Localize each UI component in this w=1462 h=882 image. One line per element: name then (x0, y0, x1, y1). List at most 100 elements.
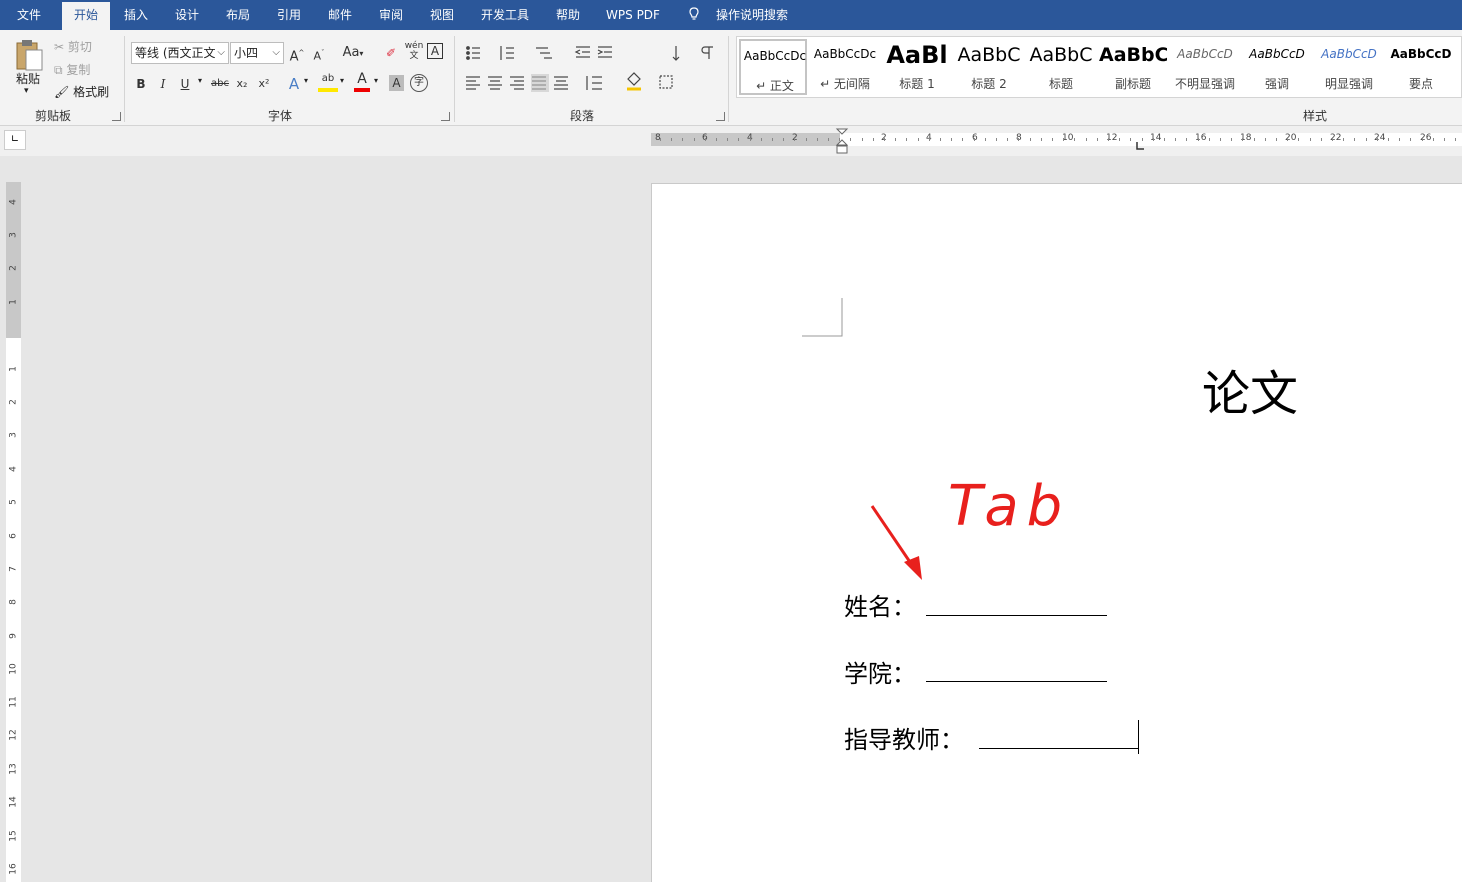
ruler-tick (783, 138, 784, 141)
style-title[interactable]: AaBbC 标题 (1027, 39, 1095, 95)
ruler-tick (1310, 138, 1311, 141)
indent-marker-icon[interactable] (835, 128, 849, 156)
vertical-ruler-tick-label: 15 (8, 830, 19, 842)
vertical-ruler-tick-label: 5 (8, 499, 19, 505)
italic-button[interactable]: I (156, 74, 170, 94)
ruler-tick (817, 138, 818, 141)
ruler-tick (1063, 138, 1064, 141)
font-group-label: 字体 (267, 109, 292, 123)
ruler-tick (1007, 138, 1008, 141)
format-painter-button[interactable]: 🖌 格式刷 (54, 83, 109, 100)
ruler-tick (873, 138, 874, 141)
style-strong[interactable]: AaBbCcD 要点 (1387, 39, 1455, 95)
ruler-tick (1287, 138, 1288, 141)
document-page[interactable]: 论文 Tab 姓名： 学院： 指导教师： (651, 183, 1462, 882)
ruler-tick (1130, 138, 1131, 141)
style-subtle-emphasis[interactable]: AaBbCcD 不明显强调 (1171, 39, 1239, 95)
bold-button[interactable]: B (134, 74, 148, 94)
field-line-name[interactable] (926, 615, 1107, 616)
search-box[interactable]: 操作说明搜索 (712, 0, 792, 30)
vertical-ruler-tick-label: 1 (8, 366, 19, 372)
menu-file[interactable]: 文件 (6, 0, 52, 30)
ruler-tick (1276, 138, 1277, 141)
text-effects-button[interactable]: A (286, 74, 302, 94)
font-size-value: 小四 (234, 46, 259, 60)
style-sample: AaBbCcD (1390, 47, 1452, 61)
ruler-tick (985, 138, 986, 141)
menu-help[interactable]: 帮助 (546, 0, 590, 30)
shrink-font-icon: A (313, 49, 322, 63)
menu-layout[interactable]: 布局 (216, 0, 260, 30)
menu-mailings[interactable]: 邮件 (318, 0, 362, 30)
menu-developer[interactable]: 开发工具 (474, 0, 536, 30)
style-normal[interactable]: AaBbCcDc ↵ 正文 (739, 39, 807, 95)
strikethrough-button[interactable]: abc (209, 74, 231, 94)
phonetic-guide-button[interactable]: wén 文 (404, 41, 424, 63)
ruler-tick (671, 138, 672, 141)
text-effects-dropdown-icon[interactable]: ▾ (304, 76, 308, 85)
menu-design[interactable]: 设计 (165, 0, 209, 30)
underline-button[interactable]: U (178, 74, 192, 94)
shrink-font-button[interactable]: Aˇ (310, 43, 328, 63)
style-emphasis[interactable]: AaBbCcD 强调 (1243, 39, 1311, 95)
ruler-tick (1332, 138, 1333, 141)
ruler-tick (1164, 138, 1165, 141)
char-shading-button[interactable]: A (389, 75, 404, 91)
ruler-tick (1433, 138, 1434, 141)
styles-group-label: 样式 (1302, 109, 1327, 123)
enclose-char-button[interactable]: 字 (410, 74, 428, 92)
menu-insert[interactable]: 插入 (114, 0, 158, 30)
ruler-tick (1366, 138, 1367, 141)
vertical-ruler-tick-label: 13 (8, 763, 19, 775)
font-color-dropdown-icon[interactable]: ▾ (374, 76, 378, 85)
font-color-button[interactable]: A (354, 72, 370, 92)
menu-view[interactable]: 视图 (420, 0, 464, 30)
style-subtitle[interactable]: AaBbC 副标题 (1099, 39, 1167, 95)
ruler-tick (794, 138, 795, 141)
highlight-dropdown-icon[interactable]: ▾ (340, 76, 344, 85)
cut-label: 剪切 (67, 40, 92, 54)
style-name: 副标题 (1114, 77, 1151, 91)
clipboard-group-label: 剪贴板 (34, 109, 71, 123)
cut-button[interactable]: ✂ 剪切 (54, 38, 92, 55)
ruler-tick (996, 138, 997, 141)
font-size-select[interactable]: 小四 ⌵ (230, 42, 284, 64)
field-line-college[interactable] (926, 681, 1107, 682)
clear-format-button[interactable]: ✐ (382, 43, 400, 63)
menu-home[interactable]: 开始 (62, 2, 110, 30)
style-no-spacing[interactable]: AaBbCcDc ↵ 无间隔 (811, 39, 879, 95)
ruler-tick (1119, 138, 1120, 141)
ruler-tick (1030, 138, 1031, 141)
paragraph-launcher-icon[interactable] (716, 112, 725, 121)
menu-references[interactable]: 引用 (267, 0, 311, 30)
field-line-advisor[interactable] (979, 748, 1139, 749)
style-intense-emphasis[interactable]: AaBbCcD 明显强调 (1315, 39, 1383, 95)
clipboard-launcher-icon[interactable] (112, 112, 121, 121)
ruler-tick (1388, 138, 1389, 141)
grow-font-button[interactable]: A^ (288, 43, 306, 64)
ruler-tick (1231, 138, 1232, 141)
style-heading-1[interactable]: AaBl 标题 1 (883, 39, 951, 95)
menu-wps-pdf[interactable]: WPS PDF (600, 0, 666, 30)
vertical-ruler-tick-label: 1 (8, 299, 19, 305)
paste-label[interactable]: 粘贴 (16, 70, 40, 87)
highlight-button[interactable]: ab (318, 72, 338, 92)
ruler-margin-left (651, 133, 840, 146)
phonetic-icon: wén (404, 41, 424, 51)
paste-dropdown-icon[interactable]: ▾ (24, 86, 29, 96)
ruler-tick (1108, 138, 1109, 141)
change-case-button[interactable]: Aa▾ (338, 43, 368, 63)
tab-selector-icon[interactable]: ∟ (4, 130, 26, 150)
style-heading-2[interactable]: AaBbC 标题 2 (955, 39, 1023, 95)
char-border-button[interactable]: A (427, 43, 443, 59)
superscript-button[interactable]: x² (256, 74, 272, 94)
underline-dropdown-icon[interactable]: ▾ (198, 76, 202, 85)
font-launcher-icon[interactable] (441, 112, 450, 121)
font-name-select[interactable]: 等线 (西文正文 ⌵ (131, 42, 229, 64)
subscript-button[interactable]: x₂ (234, 74, 250, 94)
copy-button[interactable]: ⧉ 复制 (54, 61, 90, 78)
menu-review[interactable]: 审阅 (369, 0, 413, 30)
paste-icon[interactable] (14, 38, 44, 72)
tab-stop-icon[interactable] (1135, 141, 1145, 151)
chevron-down-icon: ⌵ (272, 47, 280, 58)
